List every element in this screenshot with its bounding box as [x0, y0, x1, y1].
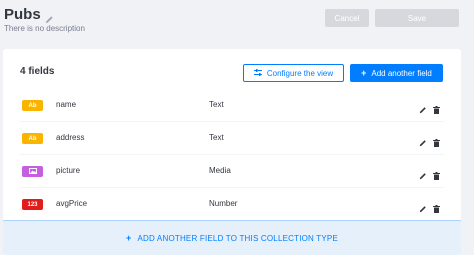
- page-header: Pubs There is no description Cancel Save: [0, 0, 474, 40]
- field-type: Text: [209, 100, 224, 109]
- cancel-button[interactable]: Cancel: [325, 9, 369, 27]
- add-field-to-collection-label: ADD ANOTHER FIELD TO THIS COLLECTION TYP…: [137, 233, 338, 243]
- trash-icon[interactable]: [433, 200, 440, 213]
- field-name: address: [56, 133, 85, 142]
- field-row-address: Ab address Text: [3, 122, 461, 155]
- trash-icon[interactable]: [433, 167, 440, 180]
- add-field-to-collection-button[interactable]: + ADD ANOTHER FIELD TO THIS COLLECTION T…: [3, 220, 461, 255]
- field-name: picture: [56, 166, 81, 175]
- pencil-icon[interactable]: [45, 11, 54, 24]
- text-type-badge: Ab: [22, 133, 43, 144]
- page-description: There is no description: [4, 24, 85, 33]
- field-name: name: [56, 100, 77, 109]
- field-row-avgprice: 123 avgPrice Number: [3, 188, 461, 221]
- configure-view-button[interactable]: Configure the view: [243, 64, 344, 82]
- edit-pencil-icon[interactable]: [419, 200, 427, 213]
- media-type-badge: [22, 166, 43, 177]
- field-row-name: Ab name Text: [3, 89, 461, 122]
- plus-icon: +: [125, 233, 132, 243]
- fields-count: 4 fields: [20, 66, 55, 77]
- field-name: avgPrice: [56, 199, 88, 208]
- field-row-picture: picture Media: [3, 155, 461, 188]
- add-another-field-button[interactable]: + Add another field: [350, 64, 443, 82]
- trash-icon[interactable]: [433, 101, 440, 114]
- field-type: Media: [209, 166, 231, 175]
- save-button[interactable]: Save: [375, 9, 459, 27]
- edit-pencil-icon[interactable]: [419, 134, 427, 147]
- configure-view-label: Configure the view: [266, 68, 334, 78]
- image-icon: [28, 167, 37, 176]
- field-type: Number: [209, 199, 238, 208]
- settings-sliders-icon: [253, 68, 262, 78]
- fields-card: 4 fields Configure the view + Add anothe…: [3, 49, 461, 255]
- edit-pencil-icon[interactable]: [419, 101, 427, 114]
- trash-icon[interactable]: [433, 134, 440, 147]
- page-title: Pubs: [4, 6, 41, 23]
- add-another-field-label: Add another field: [371, 68, 432, 78]
- plus-icon: +: [361, 68, 367, 78]
- field-type: Text: [209, 133, 224, 142]
- title-row: Pubs: [4, 6, 54, 24]
- number-type-badge: 123: [22, 199, 43, 210]
- text-type-badge: Ab: [22, 100, 43, 111]
- edit-pencil-icon[interactable]: [419, 167, 427, 180]
